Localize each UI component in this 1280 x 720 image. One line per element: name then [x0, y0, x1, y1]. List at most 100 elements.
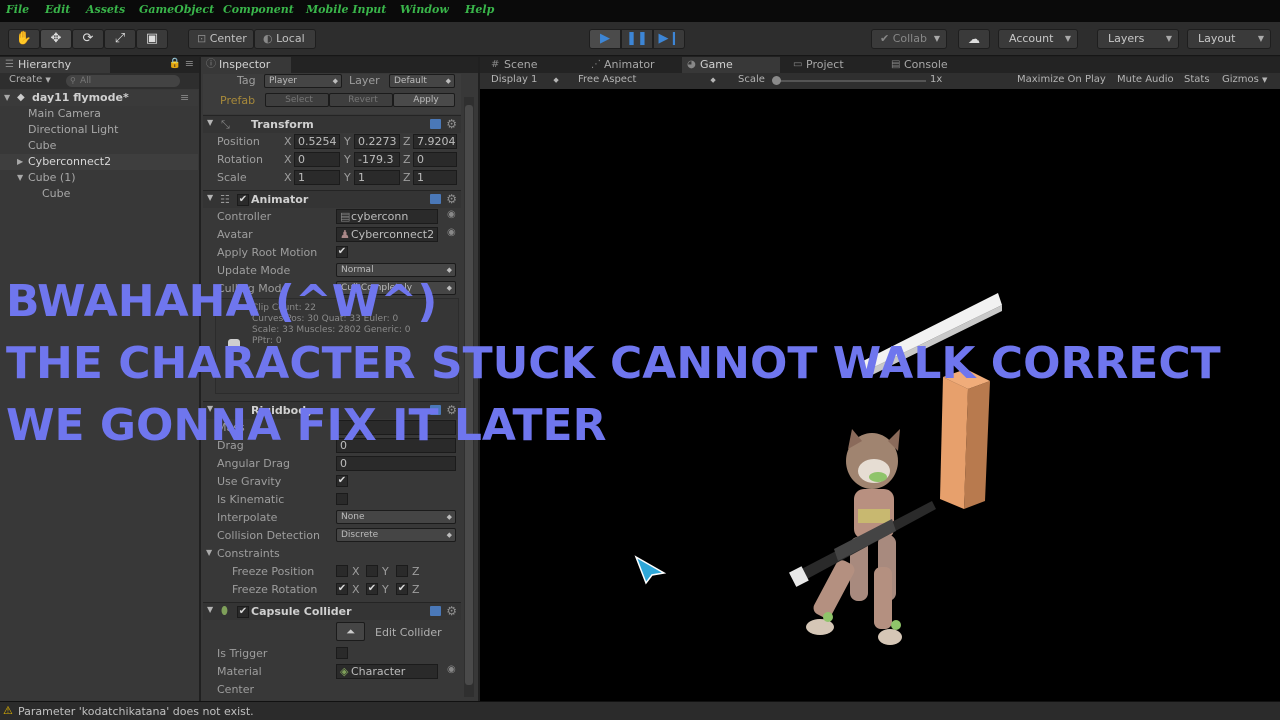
freeze-rot-y-checkbox[interactable]: ✔	[366, 583, 378, 595]
help-book-icon[interactable]	[430, 606, 441, 616]
hierarchy-item-cube[interactable]: Cube	[0, 138, 198, 154]
menu-help[interactable]: Help	[465, 3, 494, 16]
controller-field[interactable]: ▤ cyberconn	[336, 209, 438, 224]
scale-z-field[interactable]: 1	[413, 170, 457, 185]
gear-icon[interactable]: ⚙	[446, 117, 457, 131]
prefab-apply-button[interactable]: Apply	[393, 93, 455, 107]
rotation-y-field[interactable]: -179.3	[354, 152, 400, 167]
layers-dropdown[interactable]: Layers ▼	[1097, 29, 1179, 49]
menu-assets[interactable]: Assets	[86, 3, 125, 16]
animator-header[interactable]: ▼ ☷ ✔ Animator ⚙	[203, 190, 461, 208]
update-mode-dropdown[interactable]: Normal ◆	[336, 263, 456, 277]
freeze-pos-x-checkbox[interactable]	[336, 565, 348, 577]
expand-arrow-icon[interactable]: ▼	[17, 170, 23, 186]
gizmos-dropdown[interactable]: Gizmos ▼	[1222, 74, 1267, 85]
avatar-field[interactable]: ♟ Cyberconnect2	[336, 227, 438, 242]
root-motion-checkbox[interactable]: ✔	[336, 246, 348, 258]
pivot-center-button[interactable]: ⊡ Center	[188, 29, 254, 49]
stats-toggle[interactable]: Stats	[1184, 74, 1210, 85]
freeze-pos-z-checkbox[interactable]	[396, 565, 408, 577]
rect-tool-button[interactable]: ▣	[136, 29, 168, 49]
account-dropdown[interactable]: Account ▼	[998, 29, 1078, 49]
scale-y-field[interactable]: 1	[354, 170, 400, 185]
rotation-z-field[interactable]: 0	[413, 152, 457, 167]
mute-audio-toggle[interactable]: Mute Audio	[1117, 74, 1174, 85]
pivot-local-button[interactable]: ◐ Local	[254, 29, 316, 49]
hierarchy-item-cube-child[interactable]: Cube	[0, 186, 198, 202]
scrollbar-thumb[interactable]	[465, 105, 473, 685]
animator-enabled-checkbox[interactable]: ✔	[237, 194, 249, 206]
position-x-field[interactable]: 0.5254	[294, 134, 340, 149]
gear-icon[interactable]: ⚙	[446, 604, 457, 618]
collision-detection-dropdown[interactable]: Discrete ◆	[336, 528, 456, 542]
scale-slider[interactable]	[772, 76, 926, 85]
freeze-rot-x-checkbox[interactable]: ✔	[336, 583, 348, 595]
scene-row[interactable]: ▼ ◆ day11 flymode* ≡	[0, 90, 198, 106]
help-book-icon[interactable]	[430, 119, 441, 129]
freeze-rot-z-checkbox[interactable]: ✔	[396, 583, 408, 595]
scale-x-field[interactable]: 1	[294, 170, 340, 185]
display-dropdown[interactable]: Display 1 ◆	[491, 74, 559, 85]
step-button[interactable]: ▶❙	[653, 29, 685, 49]
interpolate-dropdown[interactable]: None ◆	[336, 510, 456, 524]
layout-dropdown[interactable]: Layout ▼	[1187, 29, 1271, 49]
expand-arrow-icon[interactable]: ▼	[206, 548, 212, 557]
create-dropdown[interactable]: Create ▼	[9, 74, 51, 85]
tab-inspector[interactable]: ⓘ Inspector	[201, 57, 291, 73]
angular-drag-field[interactable]: 0	[336, 456, 456, 471]
tab-animator[interactable]: ⋰ Animator	[586, 57, 678, 73]
lock-icon[interactable]: 🔒	[169, 58, 181, 69]
scale-tool-button[interactable]: ⤢	[104, 29, 136, 49]
capsule-collider-header[interactable]: ▼ ⬮ ✔ Capsule Collider ⚙	[203, 602, 461, 620]
tab-project[interactable]: ▭ Project	[788, 57, 884, 73]
status-bar[interactable]: ⚠ Parameter 'kodatchikatana' does not ex…	[0, 701, 1280, 720]
game-view[interactable]	[480, 89, 1280, 701]
maximize-on-play-toggle[interactable]: Maximize On Play	[1017, 74, 1106, 85]
position-y-field[interactable]: 0.2273	[354, 134, 400, 149]
tab-game[interactable]: ◕ Game	[682, 57, 780, 73]
scene-menu-icon[interactable]: ≡	[180, 90, 189, 106]
play-button[interactable]: ▶	[589, 29, 621, 49]
transform-header[interactable]: ▼ ⤡ Transform ⚙	[203, 115, 461, 133]
tag-dropdown[interactable]: Player ◆	[264, 74, 342, 88]
menu-edit[interactable]: Edit	[45, 3, 70, 16]
edit-collider-button[interactable]: ⏶	[336, 622, 365, 641]
menu-mobile-input[interactable]: Mobile Input	[306, 3, 386, 16]
object-picker-icon[interactable]: ◉	[447, 227, 456, 238]
object-picker-icon[interactable]: ◉	[447, 664, 456, 675]
prefab-revert-button[interactable]: Revert	[329, 93, 393, 107]
rotate-tool-button[interactable]: ⟳	[72, 29, 104, 49]
layer-dropdown[interactable]: Default ◆	[389, 74, 455, 88]
expand-arrow-icon[interactable]: ▶	[17, 154, 23, 170]
position-z-field[interactable]: 7.9204	[413, 134, 457, 149]
use-gravity-checkbox[interactable]: ✔	[336, 475, 348, 487]
tab-console[interactable]: ▤ Console	[886, 57, 986, 73]
panel-menu-icon[interactable]: ≡	[185, 57, 194, 70]
material-field[interactable]: ◈ Character	[336, 664, 438, 679]
tab-scene[interactable]: # Scene	[486, 57, 576, 73]
object-picker-icon[interactable]: ◉	[447, 209, 456, 220]
hierarchy-search-input[interactable]: ⚲ All	[66, 75, 180, 87]
is-kinematic-checkbox[interactable]	[336, 493, 348, 505]
hierarchy-item-main-camera[interactable]: Main Camera	[0, 106, 198, 122]
collab-dropdown[interactable]: ✔ Collab ▼	[871, 29, 947, 49]
hierarchy-item-directional-light[interactable]: Directional Light	[0, 122, 198, 138]
hand-tool-button[interactable]: ✋	[8, 29, 40, 49]
capsule-enabled-checkbox[interactable]: ✔	[237, 606, 249, 618]
aspect-dropdown[interactable]: Free Aspect ◆	[578, 74, 716, 85]
pause-button[interactable]: ❚❚	[621, 29, 653, 49]
move-tool-button[interactable]: ✥	[40, 29, 72, 49]
tab-hierarchy[interactable]: ☰ Hierarchy	[0, 57, 110, 73]
prefab-select-button[interactable]: Select	[265, 93, 329, 107]
menu-file[interactable]: File	[6, 3, 29, 16]
inspector-scrollbar[interactable]	[464, 97, 474, 697]
menu-window[interactable]: Window	[400, 3, 449, 16]
hierarchy-item-cube-1[interactable]: ▼ Cube (1)	[0, 170, 198, 186]
rotation-x-field[interactable]: 0	[294, 152, 340, 167]
gear-icon[interactable]: ⚙	[446, 192, 457, 206]
is-trigger-checkbox[interactable]	[336, 647, 348, 659]
cloud-button[interactable]: ☁	[958, 29, 990, 49]
hierarchy-item-cyberconnect2[interactable]: ▶ Cyberconnect2	[0, 154, 198, 170]
scale-slider-thumb[interactable]	[772, 76, 781, 85]
help-book-icon[interactable]	[430, 194, 441, 204]
